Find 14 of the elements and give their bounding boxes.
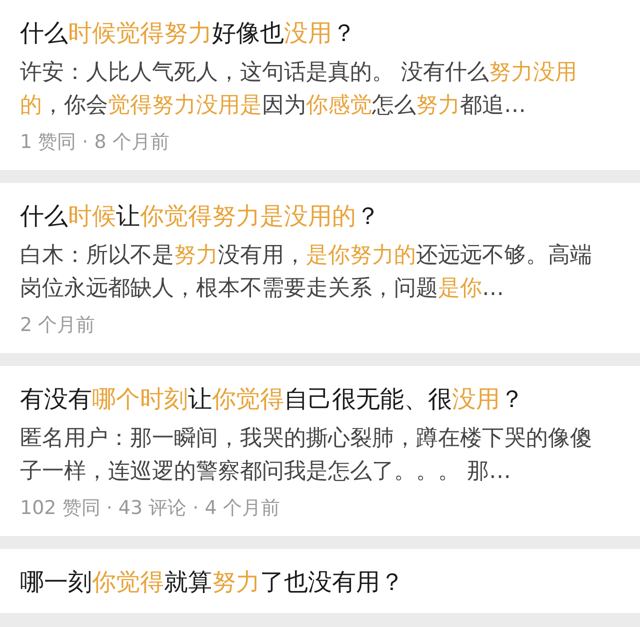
answer-excerpt: 匿名用户：那一瞬间，我哭的撕心裂肺，蹲在楼下哭的像傻子一样，连巡逻的警察都问我是怎么了。。。 那… — [20, 425, 593, 486]
question-title[interactable]: 什么时候让你觉得努力是没用的？ — [20, 199, 620, 233]
answer-excerpt: 许安：人比人气死人，这句话是真的。 没有什么努力没用的，你会觉得努力没用是因为你感觉怎么努力都追… — [20, 59, 578, 120]
result-card[interactable]: 什么时候觉得努力好像也没用？ 许安：人比人气死人，这句话是真的。 没有什么努力没用的，你会觉得努力没用是因为你感觉怎么努力都追… 1 赞同 · 8 个月前 — [0, 0, 640, 170]
question-title[interactable]: 什么时候觉得努力好像也没用？ — [20, 16, 620, 50]
result-card[interactable]: 哪一刻你觉得就算努力 了也没有用？ — [0, 549, 640, 613]
answer-meta: 102 赞同 · 43 评论 · 4 个月前 — [20, 496, 281, 521]
answer-excerpt: 白木：所以不是努力没有用，是你努力的还远远不够。高端岗位永远都缺人，根本不需要走关系，问题是你… — [20, 242, 593, 303]
question-title[interactable]: 有没有哪个时刻让你觉得自己很无能、很没用？ — [20, 382, 620, 416]
result-card[interactable]: 有没有哪个时刻让你觉得自己很无能、很没用？ 匿名用户：那一瞬间，我哭的撕心裂肺，蹲在楼下哭的像傻子一样，连巡逻的警察都问我是怎么了。。。 那… 102 赞同 · 43 评论 · 4 个月前 — [0, 366, 640, 536]
result-card[interactable]: 什么时候让你觉得努力是没用的？ 白木：所以不是努力没有用，是你努力的还远远不够。高端岗位永远都缺人，根本不需要走关系，问题是你… 2 个月前 — [0, 183, 640, 353]
answer-meta: 2 个月前 — [20, 313, 96, 338]
question-title[interactable]: 哪一刻你觉得就算努力 了也没有用？ — [20, 565, 620, 599]
answer-meta: 1 赞同 · 8 个月前 — [20, 130, 170, 155]
